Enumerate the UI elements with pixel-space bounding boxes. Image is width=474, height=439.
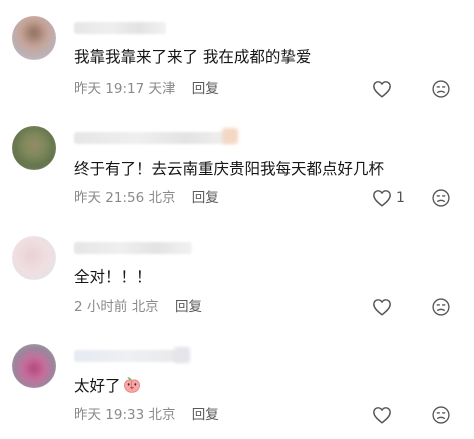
comment-time: 2 小时前 [74,299,128,315]
dislike-button[interactable] [431,79,451,103]
comment-time: 昨天 19:33 [74,407,145,423]
comment-meta: 2 小时前 北京 回复 [74,298,202,316]
reply-button[interactable]: 回复 [192,81,219,97]
dislike-face-icon [432,80,450,98]
comment-text: 全对！！！ [74,268,152,286]
dislike-face-icon [432,406,450,424]
comment-time: 昨天 19:17 [74,81,145,97]
dislike-face-icon [432,298,450,316]
avatar[interactable] [12,236,56,280]
dislike-face-icon [432,189,450,207]
username-decoration [222,128,238,144]
heart-outline-icon [373,190,391,207]
comment-meta: 昨天 19:17 天津 回复 [74,80,219,98]
avatar[interactable] [12,344,56,388]
comment-meta: 昨天 21:56 北京 回复 [74,189,219,207]
like-button[interactable]: 1 [372,189,405,207]
dislike-button[interactable] [431,188,451,212]
like-button[interactable] [372,406,392,424]
comment-time: 昨天 21:56 [74,190,145,206]
username-blurred[interactable] [74,22,166,34]
username-blurred[interactable] [74,350,182,362]
heart-outline-icon [373,299,391,316]
comment-text-content: 太好了 [74,377,121,395]
reply-button[interactable]: 回复 [192,407,219,423]
reply-button[interactable]: 回复 [175,299,202,315]
heart-outline-icon [373,81,391,98]
dislike-button[interactable] [431,297,451,321]
heart-outline-icon [373,407,391,424]
comment-text: 终于有了！去云南重庆贵阳我每天都点好几杯 [74,160,385,178]
peach-emoji-icon [122,374,142,400]
comment-location: 北京 [131,299,159,315]
like-button[interactable] [372,80,392,98]
like-button[interactable] [372,298,392,316]
username-decoration [174,347,190,363]
avatar[interactable] [12,126,56,170]
comment-meta: 昨天 19:33 北京 回复 [74,406,219,424]
dislike-button[interactable] [431,405,451,429]
comment-text: 太好了 [74,374,142,400]
comment-location: 北京 [148,407,176,423]
reply-button[interactable]: 回复 [192,190,219,206]
username-blurred[interactable] [74,242,192,254]
avatar[interactable] [12,16,56,60]
comment-location: 北京 [148,190,176,206]
comment-text: 我靠我靠来了来了 我在成都的挚爱 [74,48,312,66]
username-blurred[interactable] [74,132,234,144]
like-count: 1 [396,190,405,206]
comment-location: 天津 [148,81,176,97]
